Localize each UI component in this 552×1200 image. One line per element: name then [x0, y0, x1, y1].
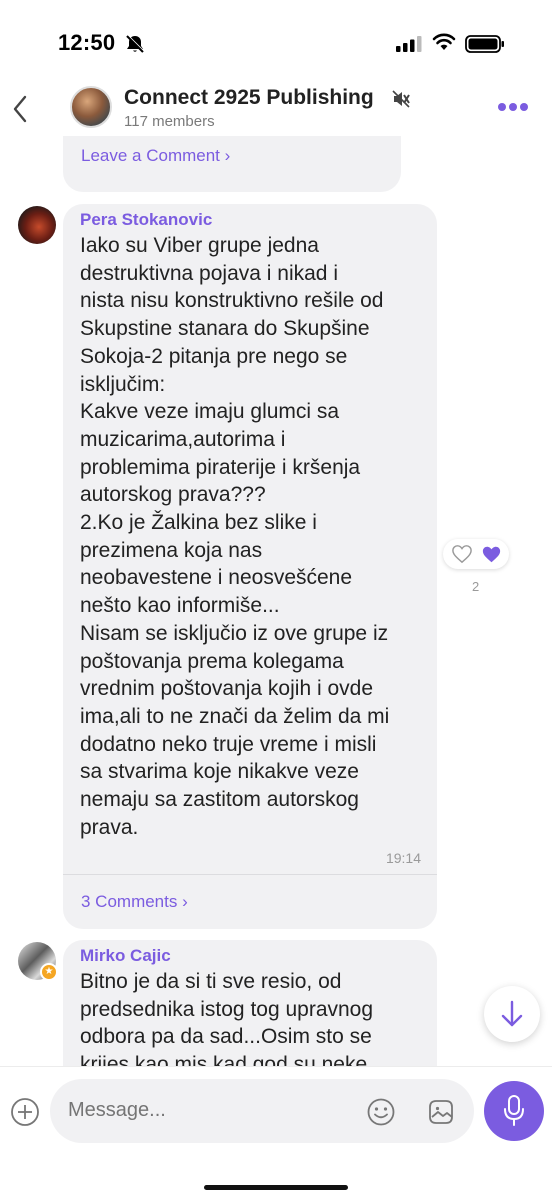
comments-link[interactable]: 3 Comments › — [81, 892, 188, 912]
sticker-icon[interactable] — [426, 1097, 456, 1127]
avatar[interactable] — [18, 206, 56, 244]
wifi-icon — [432, 33, 456, 50]
more-icon[interactable] — [498, 103, 528, 113]
heart-filled-icon[interactable] — [481, 545, 502, 564]
scroll-to-bottom-button[interactable] — [484, 986, 540, 1042]
message-time: 19:14 — [385, 850, 421, 866]
status-bar: 12:50 — [0, 0, 552, 80]
reaction-count: 2 — [472, 579, 480, 594]
sender-name[interactable]: Pera Stokanovic — [80, 210, 212, 230]
mute-icon — [392, 90, 410, 108]
leave-comment-link[interactable]: Leave a Comment › — [81, 146, 230, 166]
heart-outline-icon[interactable] — [451, 544, 473, 564]
previous-message-bubble: Leave a Comment › — [63, 136, 401, 192]
bell-slash-icon — [126, 34, 145, 53]
smiley-icon[interactable] — [366, 1097, 396, 1127]
message-bubble[interactable]: Mirko Cajic Bitno je da si ti sve resio,… — [63, 940, 437, 1066]
reaction-bar[interactable] — [443, 539, 509, 569]
admin-star-icon: ★ — [40, 963, 58, 981]
message-composer — [0, 1066, 552, 1200]
group-title[interactable]: Connect 2925 Publishing — [124, 86, 374, 110]
chat-area[interactable]: Leave a Comment › Pera Stokanovic Iako s… — [0, 136, 552, 1066]
back-chevron-icon[interactable] — [10, 94, 30, 124]
message-input-container[interactable] — [50, 1079, 474, 1143]
chat-header: Connect 2925 Publishing 117 members — [0, 80, 552, 136]
signal-icon — [396, 36, 422, 52]
message-text: Iako su Viber grupe jedna destruktivna p… — [80, 234, 390, 839]
sender-name[interactable]: Mirko Cajic — [80, 946, 171, 966]
message-input[interactable] — [68, 1099, 348, 1122]
plus-circle-icon[interactable] — [10, 1097, 40, 1127]
divider — [63, 874, 437, 875]
arrow-down-icon — [501, 1000, 523, 1027]
battery-icon — [465, 35, 504, 53]
group-avatar[interactable] — [70, 86, 112, 128]
microphone-button[interactable] — [484, 1081, 544, 1141]
microphone-icon — [504, 1095, 524, 1126]
status-time: 12:50 — [58, 30, 116, 55]
message-bubble[interactable]: Pera Stokanovic Iako su Viber grupe jedn… — [63, 204, 437, 929]
message-text: Bitno je da si ti sve resio, od predsedn… — [80, 970, 374, 1066]
home-indicator — [204, 1185, 348, 1190]
member-count: 117 members — [124, 113, 215, 130]
